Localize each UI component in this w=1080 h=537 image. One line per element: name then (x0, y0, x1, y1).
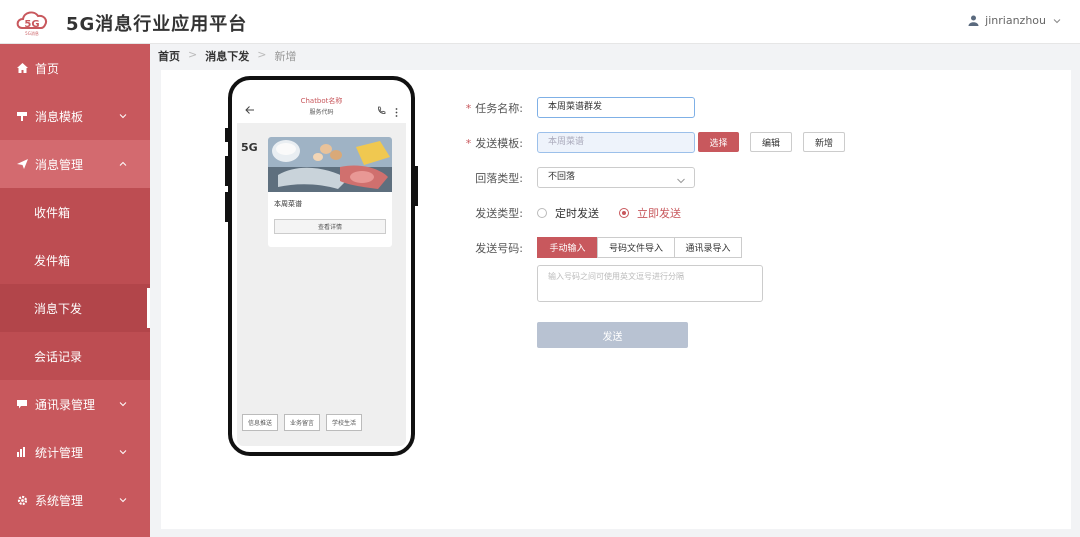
template-label-text: 发送模板: (475, 137, 523, 150)
radio-label: 立即发送 (637, 207, 681, 220)
select-template-button[interactable]: 选择 (698, 132, 739, 152)
breadcrumb-message-send[interactable]: 消息下发 (205, 48, 249, 64)
phone-preview: Chatbot名称 服务代码 5G 本周菜谱 查看详情 信息推送 业务留言 学校… (225, 76, 418, 456)
number-input-mode-tabs: 手动输入 号码文件导入 通讯录导入 (537, 237, 742, 258)
food-image (268, 137, 392, 192)
app-title: 5G消息行业应用平台 (66, 14, 248, 35)
send-type-label: 发送类型: (475, 207, 523, 220)
task-name-label: * 任务名称: (433, 100, 523, 116)
card-title: 本周菜谱 (274, 200, 302, 208)
more-vertical-icon[interactable] (395, 102, 398, 121)
sidebar-item-system[interactable]: 系统管理 (0, 476, 150, 524)
sidebar-item-label: 会话记录 (34, 349, 83, 364)
sidebar-item-label: 统计管理 (35, 445, 84, 460)
sidebar-item-label: 首页 (35, 61, 60, 76)
quick-reply-chip[interactable]: 信息推送 (242, 414, 279, 431)
task-name-input[interactable]: 本周菜谱群发 (537, 97, 695, 118)
quick-reply-chip[interactable]: 业务留言 (284, 414, 321, 431)
sidebar: 首页 消息模板 消息管理 收件箱 发件箱 消息下发 会话记录 通讯录管理 统计管… (0, 44, 150, 537)
sidebar-item-home[interactable]: 首页 (0, 44, 150, 92)
sidebar-item-label: 收件箱 (34, 205, 71, 220)
sidebar-item-label: 消息模板 (35, 109, 84, 124)
fallback-type-label: 回落类型: (475, 172, 523, 185)
chevron-down-icon (1052, 16, 1062, 26)
template-input[interactable]: 本周菜谱 (537, 132, 695, 153)
breadcrumb: 首页 > 消息下发 > 新增 (158, 48, 296, 64)
chat-header: Chatbot名称 服务代码 (237, 92, 406, 123)
required-mark: * (465, 102, 472, 115)
sidebar-item-inbox[interactable]: 收件箱 (0, 188, 150, 236)
sidebar-item-contacts[interactable]: 通讯录管理 (0, 380, 150, 428)
logo-subtext: 5G消息 (25, 30, 39, 36)
rich-card[interactable]: 本周菜谱 查看详情 (268, 137, 392, 247)
back-arrow-icon[interactable] (245, 100, 255, 119)
breadcrumb-separator: > (188, 48, 198, 61)
phone-side-button (225, 156, 228, 186)
send-button[interactable]: 发送 (537, 322, 688, 348)
breadcrumb-current: 新增 (274, 50, 297, 63)
sidebar-item-outbox[interactable]: 发件箱 (0, 236, 150, 284)
logo-text: 5G (24, 19, 39, 30)
sidebar-item-statistics[interactable]: 统计管理 (0, 428, 150, 476)
chevron-down-icon (676, 174, 686, 193)
quick-replies: 信息推送 业务留言 学校生活 (242, 414, 363, 431)
top-header: 5G 5G消息 5G消息行业应用平台 jinrianzhou (0, 0, 1080, 44)
radio-immediate-send[interactable]: 立即发送 (619, 205, 681, 221)
edit-template-button[interactable]: 编辑 (750, 132, 792, 152)
send-number-label: 发送号码: (475, 242, 523, 255)
phone-screen: Chatbot名称 服务代码 5G 本周菜谱 查看详情 信息推送 业务留言 学校… (237, 84, 406, 446)
sidebar-item-templates[interactable]: 消息模板 (0, 92, 150, 140)
send-icon (16, 158, 28, 170)
chevron-down-icon (118, 494, 128, 504)
fallback-type-select[interactable]: 不回落 (537, 167, 695, 188)
phone-side-button (225, 192, 228, 222)
chatbot-avatar: 5G (241, 141, 258, 154)
radio-checked-icon (619, 208, 629, 218)
username: jinrianzhou (985, 14, 1046, 27)
sidebar-submenu: 收件箱 发件箱 消息下发 会话记录 (0, 188, 150, 380)
radio-scheduled-send[interactable]: 定时发送 (537, 205, 599, 221)
fallback-type-value: 不回落 (548, 172, 576, 182)
card-view-details-button[interactable]: 查看详情 (274, 219, 386, 234)
sidebar-item-label: 通讯录管理 (35, 397, 96, 412)
radio-circle-icon (537, 208, 547, 218)
sidebar-item-message-management[interactable]: 消息管理 (0, 140, 150, 188)
template-icon (16, 110, 28, 122)
chat-icon (16, 398, 28, 410)
phone-side-button (415, 166, 418, 206)
sidebar-item-label: 系统管理 (35, 493, 84, 508)
radio-label: 定时发送 (555, 207, 599, 220)
user-icon (968, 15, 979, 26)
chevron-down-icon (118, 110, 128, 120)
gear-icon (16, 494, 28, 506)
breadcrumb-separator: > (257, 48, 267, 61)
quick-reply-chip[interactable]: 学校生活 (326, 414, 363, 431)
sidebar-item-label: 发件箱 (34, 253, 71, 268)
breadcrumb-home[interactable]: 首页 (158, 48, 180, 64)
sidebar-item-session-log[interactable]: 会话记录 (0, 332, 150, 380)
required-mark: * (465, 137, 472, 150)
user-menu[interactable]: jinrianzhou (968, 14, 1062, 27)
main-panel: Chatbot名称 服务代码 5G 本周菜谱 查看详情 信息推送 业务留言 学校… (161, 70, 1071, 529)
phone-status-bar (237, 84, 406, 92)
chevron-down-icon (118, 446, 128, 456)
phone-side-button (225, 128, 228, 142)
tab-contacts-import[interactable]: 通讯录导入 (674, 237, 742, 258)
bar-chart-icon (16, 446, 28, 458)
template-label: * 发送模板: (433, 135, 523, 151)
sidebar-item-label: 消息管理 (35, 157, 84, 172)
task-name-label-text: 任务名称: (475, 102, 523, 115)
app-logo[interactable]: 5G 5G消息 (14, 6, 50, 38)
tab-manual-input[interactable]: 手动输入 (537, 237, 598, 258)
tab-file-import[interactable]: 号码文件导入 (597, 237, 675, 258)
sidebar-item-label: 消息下发 (34, 301, 83, 316)
chevron-down-icon (118, 398, 128, 408)
chevron-up-icon (118, 158, 128, 168)
home-icon (16, 62, 28, 74)
new-template-button[interactable]: 新增 (803, 132, 845, 152)
phone-call-icon[interactable] (377, 100, 386, 119)
phone-numbers-textarea[interactable]: 输入号码之间可使用英文逗号进行分隔 (537, 265, 763, 302)
sidebar-item-message-send[interactable]: 消息下发 (0, 284, 150, 332)
